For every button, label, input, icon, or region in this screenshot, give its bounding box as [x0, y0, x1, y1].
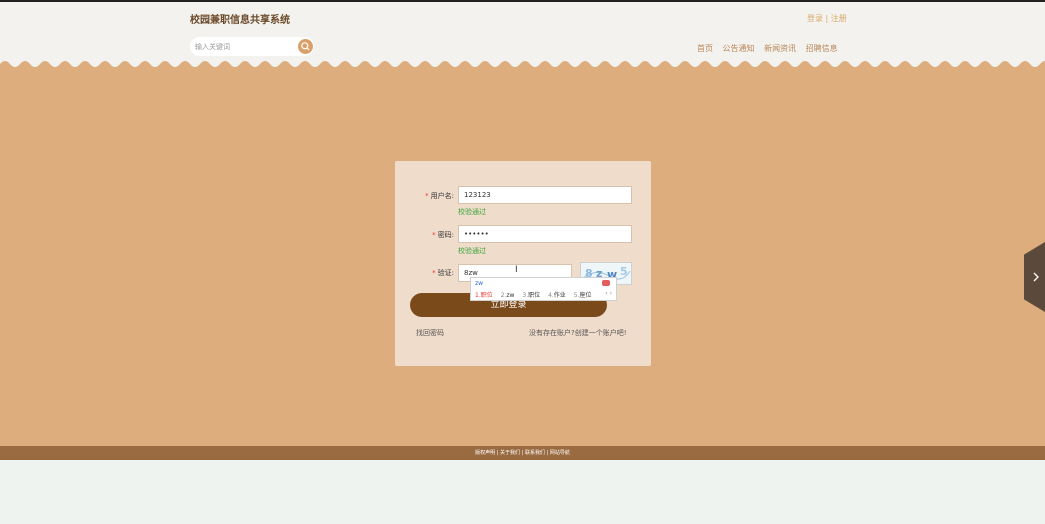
ime-page-arrows[interactable]: ‹ › — [605, 290, 612, 297]
ime-candidate[interactable]: 5.座位 — [574, 292, 592, 299]
nav-notices[interactable]: 公告通知 — [723, 44, 755, 53]
ime-candidate[interactable]: 4.作业 — [548, 292, 566, 299]
svg-text:5: 5 — [620, 265, 628, 278]
ime-logo-icon — [602, 280, 610, 286]
footer-sitemap-link[interactable]: 网站导航 — [550, 450, 570, 456]
password-input[interactable] — [458, 225, 632, 243]
ime-candidates: 1.职位 2.zw 3.职位 4.作业 5.座位 — [475, 290, 597, 299]
password-hint: 校验通过 — [458, 247, 486, 255]
search-icon — [301, 42, 310, 51]
forgot-password-link[interactable]: 找回密码 — [416, 328, 444, 338]
footer-about-link[interactable]: 关于我们 — [500, 450, 520, 456]
site-title: 校园兼职信息共享系统 — [190, 15, 290, 26]
text-cursor-icon: I — [515, 265, 518, 275]
auth-links: 登录 | 注册 — [807, 13, 847, 24]
main-nav: 首页 公告通知 新闻资讯 招聘信息 — [697, 43, 845, 54]
password-label: * 密码: — [432, 231, 454, 239]
username-label: * 用户名: — [425, 192, 454, 200]
username-input[interactable] — [458, 186, 632, 204]
ime-candidate[interactable]: 3.职位 — [522, 292, 540, 299]
header: 校园兼职信息共享系统 登录 | 注册 首页 公告通知 新闻资讯 招聘信息 — [0, 2, 1045, 64]
nav-news[interactable]: 新闻资讯 — [764, 44, 796, 53]
search-input[interactable] — [195, 40, 290, 53]
captcha-label: * 验证: — [432, 269, 454, 277]
chevron-right-icon — [1033, 272, 1039, 282]
nav-home[interactable]: 首页 — [697, 44, 713, 53]
login-link[interactable]: 登录 — [807, 14, 823, 23]
auth-separator: | — [825, 14, 829, 23]
ime-composition: zw — [475, 280, 484, 287]
required-mark: * — [432, 231, 436, 239]
footer-copyright-link[interactable]: 版权声明 — [475, 450, 495, 456]
ime-candidate[interactable]: 2.zw — [501, 292, 515, 299]
ime-candidate[interactable]: 1.职位 — [475, 292, 493, 299]
required-mark: * — [425, 192, 429, 200]
create-account-link[interactable]: 没有存在账户?创建一个账户吧! — [529, 328, 627, 338]
search-box — [190, 37, 314, 56]
nav-jobs[interactable]: 招聘信息 — [806, 44, 838, 53]
search-button[interactable] — [298, 39, 313, 54]
footer-contact-link[interactable]: 联系我们 — [525, 450, 545, 456]
login-card: *用户名: 校验通过 *密码: 校验通过 *验证: I 8 z w 5 zw 1… — [395, 161, 651, 366]
required-mark: * — [432, 269, 436, 277]
username-hint: 校验通过 — [458, 208, 486, 216]
ime-candidate-popup: zw 1.职位 2.zw 3.职位 4.作业 5.座位 ‹ › — [470, 277, 617, 301]
footer: 版权声明 | 关于我们 | 联系我们 | 网站导航 — [0, 446, 1045, 460]
register-link[interactable]: 注册 — [831, 14, 847, 23]
